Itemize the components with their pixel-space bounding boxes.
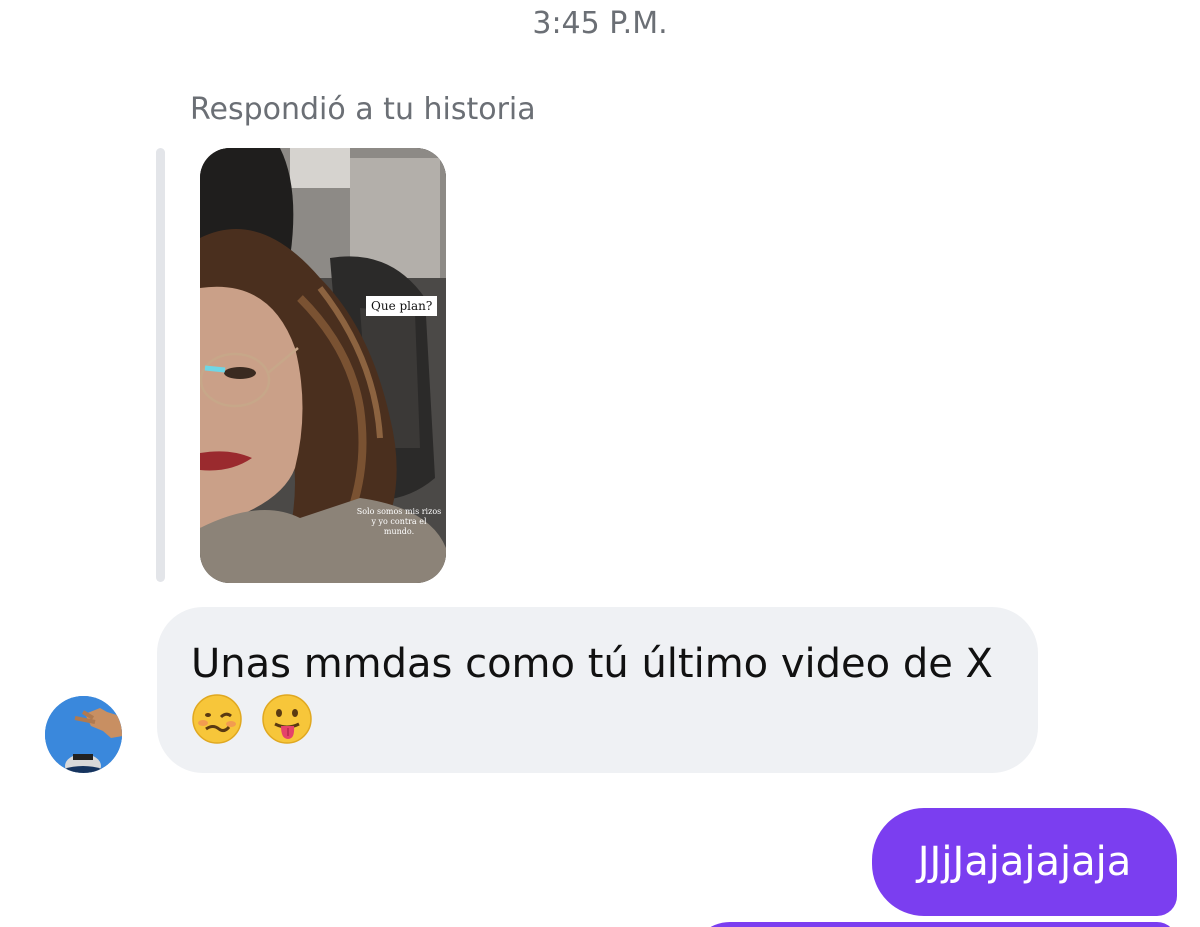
reply-quote-bar bbox=[156, 148, 165, 582]
contact-avatar[interactable] bbox=[45, 696, 122, 773]
story-preview[interactable]: Que plan? Solo somos mis rizos y yo cont… bbox=[200, 148, 446, 583]
story-reply-label: Respondió a tu historia bbox=[190, 92, 536, 127]
incoming-message-bubble[interactable]: Unas mmdas como tú último video de X bbox=[157, 607, 1038, 773]
incoming-message-text: Unas mmdas como tú último video de X bbox=[191, 641, 993, 687]
incoming-message-emojis bbox=[191, 693, 1004, 745]
chat-thread: 3:45 P.M. Respondió a tu historia Que pl… bbox=[0, 0, 1200, 927]
message-timestamp: 3:45 P.M. bbox=[532, 6, 668, 41]
story-sticker: Que plan? bbox=[366, 296, 438, 316]
outgoing-message-bubble-partial[interactable] bbox=[690, 922, 1177, 927]
story-caption: Solo somos mis rizos y yo contra el mund… bbox=[356, 507, 442, 536]
avatar-photo bbox=[45, 696, 122, 773]
outgoing-message-bubble[interactable]: JJjJajajajaja bbox=[872, 808, 1177, 916]
woozy-face-icon bbox=[192, 694, 242, 744]
outgoing-message-text: JJjJajajajaja bbox=[917, 839, 1132, 885]
tongue-face-icon bbox=[262, 694, 312, 744]
